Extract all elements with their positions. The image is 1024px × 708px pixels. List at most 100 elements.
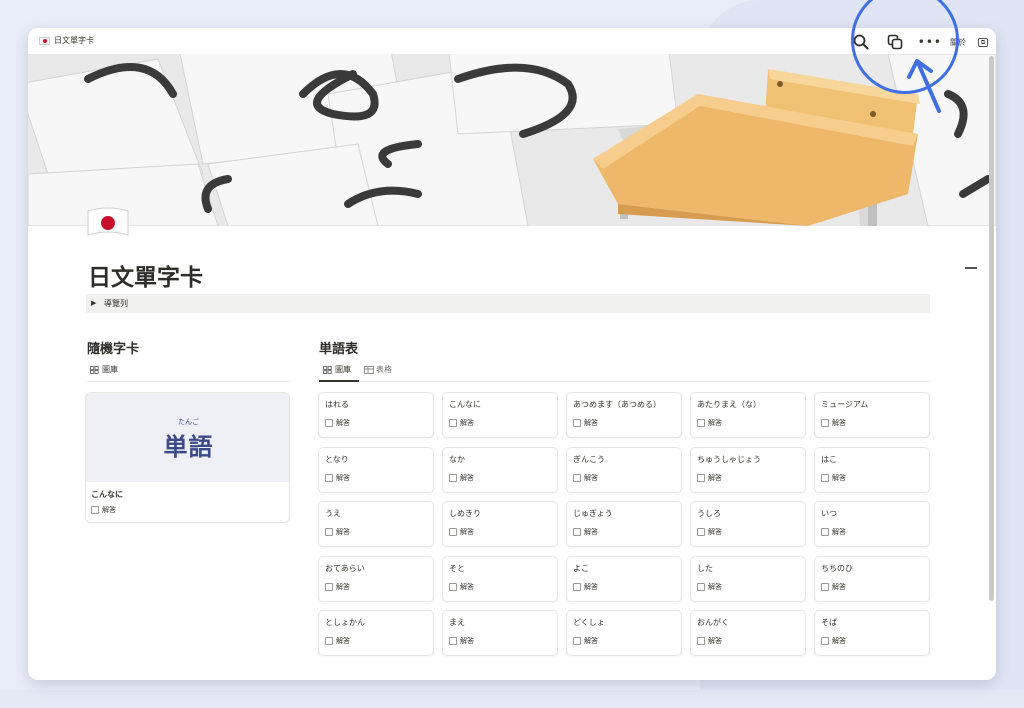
checkbox-icon[interactable] [573, 528, 581, 536]
random-flashcard[interactable]: たんご 単語 こんなに 解答 [85, 392, 290, 523]
checkbox-icon[interactable] [573, 637, 581, 645]
checkbox-icon[interactable] [697, 528, 705, 536]
checkbox-icon[interactable] [697, 473, 705, 482]
vocab-word: そば [821, 618, 837, 627]
layout-icon[interactable]: ⧉ [978, 37, 988, 47]
vocab-answer-checkbox[interactable]: 解答 [325, 636, 350, 646]
vocab-card[interactable]: しめきり 解答 [442, 501, 558, 547]
vocab-section-title: 単語表 [319, 342, 359, 357]
vocab-card[interactable]: おんがく 解答 [690, 610, 806, 656]
checkbox-icon[interactable] [697, 637, 705, 645]
vocab-card[interactable]: としょかん 解答 [318, 610, 434, 656]
vocab-answer-checkbox[interactable]: 解答 [449, 636, 474, 646]
vocab-answer-checkbox[interactable]: 解答 [325, 527, 350, 537]
vocab-card[interactable]: ちゅうしゃじょう 解答 [690, 446, 806, 493]
vocab-answer-checkbox[interactable]: 解答 [573, 473, 598, 483]
flashcard-answer-checkbox[interactable]: 解答 [91, 505, 116, 515]
vocab-answer-checkbox[interactable]: 解答 [449, 418, 474, 428]
vocab-card[interactable]: そば 解答 [814, 610, 930, 656]
vocab-card[interactable]: どくしょ 解答 [566, 610, 682, 656]
checkbox-icon[interactable] [449, 528, 457, 536]
checkbox-label: 解答 [832, 582, 846, 591]
vocab-word: はこ [821, 454, 837, 464]
vocab-view-tab-gallery[interactable]: 圖庫 [323, 364, 351, 375]
checkbox-icon[interactable] [821, 473, 829, 482]
vocab-answer-checkbox[interactable]: 解答 [573, 582, 598, 592]
checkbox-icon[interactable] [821, 528, 829, 536]
vocab-answer-checkbox[interactable]: 解答 [573, 636, 598, 646]
vocab-card[interactable]: おてあらい 解答 [318, 555, 434, 602]
vocab-answer-checkbox[interactable]: 解答 [821, 582, 846, 592]
checkbox-label: 解答 [336, 637, 350, 645]
vocab-answer-checkbox[interactable]: 解答 [573, 527, 598, 537]
checkbox-icon[interactable] [325, 582, 333, 591]
page-icon-japan-flag[interactable] [86, 206, 130, 240]
vocab-answer-checkbox[interactable]: 解答 [821, 418, 846, 428]
vocab-card[interactable]: うしろ 解答 [690, 501, 806, 547]
caret-right-icon: ▶ [91, 299, 97, 307]
vocab-answer-checkbox[interactable]: 解答 [697, 582, 722, 592]
checkbox-icon[interactable] [573, 582, 581, 591]
checkbox-icon[interactable] [821, 637, 829, 645]
vocab-answer-checkbox[interactable]: 解答 [449, 527, 474, 537]
vocab-card[interactable]: あつめます（あつめる） 解答 [566, 392, 682, 438]
vocab-answer-checkbox[interactable]: 解答 [325, 582, 350, 592]
flashcard-word: 単語 [163, 433, 214, 461]
checkbox-icon[interactable] [91, 506, 99, 514]
vocab-answer-checkbox[interactable]: 解答 [821, 527, 846, 537]
vocab-answer-checkbox[interactable]: 解答 [697, 636, 722, 646]
vocab-card[interactable]: まえ 解答 [442, 610, 558, 656]
vocab-card[interactable]: いつ 解答 [814, 501, 930, 547]
checkbox-icon[interactable] [573, 419, 581, 427]
random-view-tab-gallery[interactable]: 圖庫 [90, 364, 118, 375]
vocab-answer-checkbox[interactable]: 解答 [821, 473, 846, 483]
checkbox-icon[interactable] [573, 473, 581, 482]
vocab-answer-checkbox[interactable]: 解答 [325, 473, 350, 483]
checkbox-label: 解答 [460, 473, 474, 482]
vocab-answer-checkbox[interactable]: 解答 [697, 473, 722, 483]
collapse-icon[interactable] [965, 267, 977, 269]
checkbox-icon[interactable] [697, 582, 705, 591]
checkbox-icon[interactable] [449, 473, 457, 482]
checkbox-icon[interactable] [325, 473, 333, 482]
checkbox-label: 解答 [584, 419, 598, 427]
checkbox-icon[interactable] [449, 419, 457, 427]
vocab-card[interactable]: こんなに 解答 [442, 392, 558, 438]
checkbox-icon[interactable] [821, 582, 829, 591]
vocab-card[interactable]: はれる 解答 [318, 392, 434, 438]
vocab-card[interactable]: ちちのひ 解答 [814, 555, 930, 602]
checkbox-icon[interactable] [325, 528, 333, 536]
checkbox-icon[interactable] [449, 637, 457, 645]
vocab-card[interactable]: よこ 解答 [566, 555, 682, 602]
checkbox-icon[interactable] [697, 419, 705, 427]
vocab-card[interactable]: なか 解答 [442, 446, 558, 493]
vocab-card[interactable]: はこ 解答 [814, 446, 930, 493]
vocab-card[interactable]: した 解答 [690, 555, 806, 602]
pointer-arrow-icon [907, 59, 941, 113]
vocab-gallery: はれる 解答 こんなに 解答 あつめます（あつめる） 解答 あたりまえ（な） 解答 ミュージアム… [318, 392, 930, 656]
vocab-card[interactable]: じゅぎょう 解答 [566, 501, 682, 547]
vocab-card[interactable]: ぎんこう 解答 [566, 446, 682, 493]
vocab-answer-checkbox[interactable]: 解答 [449, 473, 474, 483]
vocab-view-label-gallery: 圖庫 [335, 365, 351, 374]
checkbox-icon[interactable] [821, 419, 829, 427]
vocab-answer-checkbox[interactable]: 解答 [697, 527, 722, 537]
vocab-answer-checkbox[interactable]: 解答 [325, 418, 350, 428]
vocab-answer-checkbox[interactable]: 解答 [821, 636, 846, 646]
scrollbar[interactable] [989, 56, 994, 601]
vocab-card[interactable]: うえ 解答 [318, 501, 434, 547]
checkbox-icon[interactable] [449, 582, 457, 591]
vocab-card[interactable]: ミュージアム 解答 [814, 392, 930, 438]
tab-title[interactable]: 日文單字卡 [54, 35, 94, 46]
checkbox-icon[interactable] [325, 637, 333, 645]
checkbox-label: 解答 [336, 419, 350, 427]
checkbox-icon[interactable] [325, 419, 333, 427]
vocab-card[interactable]: となり 解答 [318, 446, 434, 493]
vocab-answer-checkbox[interactable]: 解答 [573, 418, 598, 428]
vocab-answer-checkbox[interactable]: 解答 [449, 582, 474, 592]
vocab-card[interactable]: そと 解答 [442, 555, 558, 602]
vocab-card[interactable]: あたりまえ（な） 解答 [690, 392, 806, 438]
vocab-answer-checkbox[interactable]: 解答 [697, 418, 722, 428]
navigation-toggle[interactable]: ▶ 導覽列 [86, 294, 930, 313]
vocab-view-tab-table[interactable]: 表格 [364, 364, 392, 375]
